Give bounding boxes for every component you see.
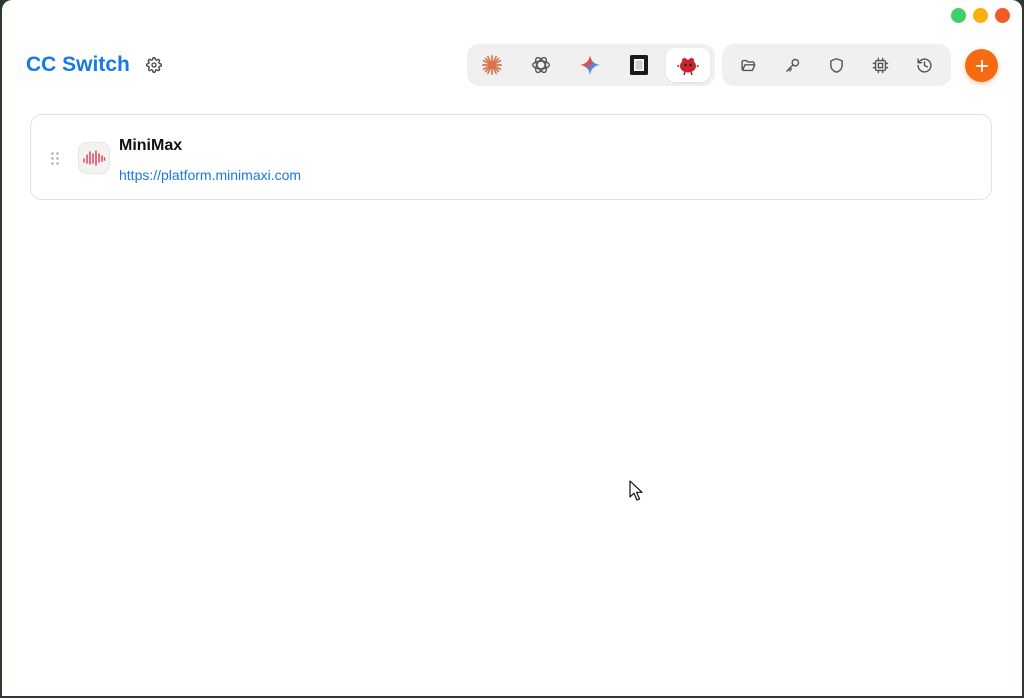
app-switcher bbox=[467, 44, 715, 86]
models-button[interactable] bbox=[863, 48, 899, 82]
key-icon bbox=[785, 58, 800, 72]
security-button[interactable] bbox=[818, 48, 854, 82]
red-bird-icon bbox=[677, 57, 699, 76]
tab-bird[interactable] bbox=[666, 48, 710, 82]
tab-codex[interactable] bbox=[519, 48, 563, 82]
tab-opencode[interactable] bbox=[617, 48, 661, 82]
header: CC Switch bbox=[2, 44, 1022, 86]
folder-open-icon bbox=[741, 59, 756, 71]
provider-logo bbox=[78, 142, 110, 174]
minimax-waveform-icon bbox=[83, 150, 106, 166]
window-minimize-button[interactable] bbox=[973, 8, 988, 23]
app-window: CC Switch MiniMax https://platform.minim… bbox=[2, 0, 1022, 696]
settings-button[interactable] bbox=[144, 55, 164, 75]
window-controls bbox=[951, 8, 1010, 23]
history-icon bbox=[917, 57, 932, 73]
tab-gemini[interactable] bbox=[568, 48, 612, 82]
shield-icon bbox=[830, 57, 843, 73]
cpu-chip-icon bbox=[872, 57, 889, 73]
open-folder-button[interactable] bbox=[730, 48, 766, 82]
toolbar bbox=[722, 44, 951, 86]
window-close-button[interactable] bbox=[995, 8, 1010, 23]
gear-icon bbox=[146, 57, 162, 73]
plus-icon bbox=[975, 59, 988, 72]
add-provider-button[interactable] bbox=[965, 49, 998, 82]
claude-starburst-icon bbox=[482, 55, 502, 75]
openai-knot-icon bbox=[532, 56, 550, 74]
provider-url-link[interactable]: https://platform.minimaxi.com bbox=[119, 167, 301, 183]
terminal-square-icon bbox=[630, 55, 648, 75]
provider-name: MiniMax bbox=[119, 137, 183, 154]
window-zoom-button[interactable] bbox=[951, 8, 966, 23]
mouse-cursor-icon bbox=[629, 480, 643, 501]
app-title: CC Switch bbox=[26, 53, 130, 76]
tab-claude[interactable] bbox=[470, 48, 514, 82]
api-key-button[interactable] bbox=[774, 48, 810, 82]
history-button[interactable] bbox=[907, 48, 943, 82]
drag-handle-icon[interactable] bbox=[51, 152, 59, 165]
provider-card[interactable]: MiniMax https://platform.minimaxi.com bbox=[30, 114, 992, 200]
gemini-sparkle-icon bbox=[579, 54, 601, 76]
